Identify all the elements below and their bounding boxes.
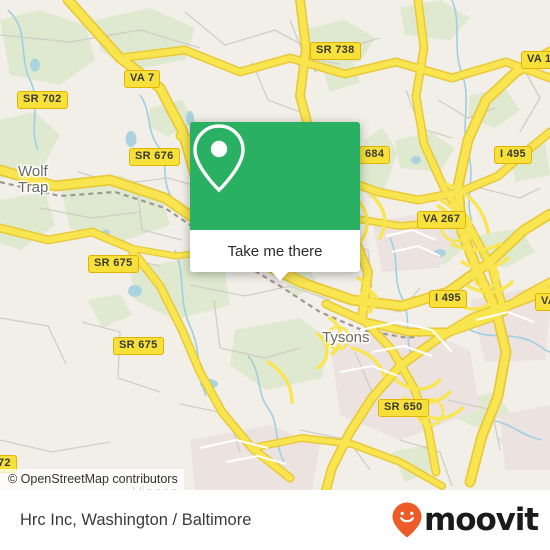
location-pin-icon xyxy=(193,124,245,193)
place-label-tysons: Tysons xyxy=(322,329,370,346)
location-popup-card[interactable]: Take me there xyxy=(190,122,360,281)
road-shield-684: 684 xyxy=(359,146,391,164)
place-label-wolf-trap: Wolf Trap xyxy=(18,163,49,196)
location-title: Hrc Inc, Washington / Baltimore xyxy=(20,510,252,529)
road-shield-sr-738: SR 738 xyxy=(310,42,361,60)
road-shield-sr-702: SR 702 xyxy=(17,91,68,109)
road-shield-i-495-north: I 495 xyxy=(494,146,532,164)
popup-pointer-tail xyxy=(271,271,289,281)
road-shield-sr-675-lower: SR 675 xyxy=(113,337,164,355)
road-shield-va-267: VA 267 xyxy=(417,211,467,229)
road-shield-sr-675-upper: SR 675 xyxy=(88,255,139,273)
take-me-there-button[interactable]: Take me there xyxy=(190,230,360,272)
osm-attribution[interactable]: © OpenStreetMap contributors xyxy=(0,469,184,490)
moovit-brand[interactable]: moovit xyxy=(391,501,539,539)
road-shield-va-7: VA 7 xyxy=(124,70,161,88)
moovit-smiley-pin-icon xyxy=(392,502,422,538)
popup-image-panel xyxy=(190,122,360,230)
road-shield-sr-650: SR 650 xyxy=(378,399,429,417)
road-shield-sr-676: SR 676 xyxy=(129,148,180,166)
road-shield-va-right: VA xyxy=(535,293,550,311)
footer-bar: Hrc Inc, Washington / Baltimore moovit xyxy=(0,490,550,550)
moovit-wordmark: moovit xyxy=(424,501,539,538)
moovit-map-screenshot: SR 738 VA 19 VA 7 SR 702 SR 676 684 I 49… xyxy=(0,0,550,550)
map-canvas[interactable]: SR 738 VA 19 VA 7 SR 702 SR 676 684 I 49… xyxy=(0,0,550,490)
road-shield-i-495-mid: I 495 xyxy=(429,290,467,308)
road-shield-va-19: VA 19 xyxy=(521,51,550,69)
